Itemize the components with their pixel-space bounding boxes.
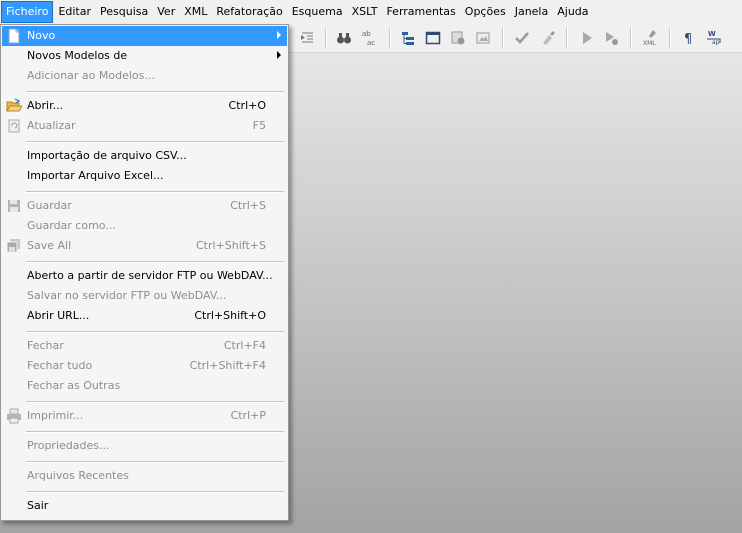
validate-icon[interactable] <box>538 28 558 48</box>
menu-item-abrir[interactable]: Abrir... Ctrl+O <box>2 96 287 116</box>
menu-ver[interactable]: Ver <box>153 1 179 23</box>
menu-item-save-all[interactable]: Save All Ctrl+Shift+S <box>2 236 287 256</box>
run-icon[interactable] <box>577 28 597 48</box>
toolbar-separator <box>669 28 671 48</box>
toolbar-separator <box>389 28 391 48</box>
new-document-icon <box>6 28 22 44</box>
menu-opcoes[interactable]: Opções <box>461 1 510 23</box>
menu-item-guardar[interactable]: Guardar Ctrl+S <box>2 196 287 216</box>
svg-text:ac: ac <box>367 39 375 47</box>
binoculars-icon[interactable] <box>334 28 354 48</box>
menu-refatoracao[interactable]: Refatoração <box>212 1 286 23</box>
toolbar-separator <box>566 28 568 48</box>
save-all-icon <box>6 238 22 254</box>
svg-text:XML: XML <box>643 40 656 47</box>
indent-icon[interactable] <box>297 28 317 48</box>
xml-transform-icon[interactable]: XML <box>641 28 661 48</box>
menu-xml[interactable]: XML <box>180 1 211 23</box>
svg-text:¶: ¶ <box>684 32 692 46</box>
menu-item-propriedades[interactable]: Propriedades... <box>2 436 287 456</box>
toolbar-separator <box>502 28 504 48</box>
menu-separator <box>26 261 284 263</box>
open-folder-icon <box>6 98 23 114</box>
submenu-arrow-icon <box>277 31 281 39</box>
menu-ficheiro[interactable]: Ficheiro <box>1 1 54 23</box>
printer-icon <box>6 408 22 424</box>
menu-item-fechar-tudo[interactable]: Fechar tudo Ctrl+Shift+F4 <box>2 356 287 376</box>
menu-separator <box>26 331 284 333</box>
tree-view-icon[interactable] <box>398 28 418 48</box>
file-menu-dropdown: Novo Novos Modelos de Adicionar ao Model… <box>0 24 289 521</box>
menu-item-novos-modelos[interactable]: Novos Modelos de <box>2 46 287 66</box>
menu-bar: Ficheiro Editar Pesquisa Ver XML Refator… <box>0 0 742 24</box>
menu-janela[interactable]: Janela <box>511 1 553 23</box>
svg-text:W: W <box>708 30 716 38</box>
menu-item-fechar[interactable]: Fechar Ctrl+F4 <box>2 336 287 356</box>
menu-item-adicionar-modelos[interactable]: Adicionar ao Modelos... <box>2 66 287 86</box>
stamp-icon[interactable] <box>448 28 468 48</box>
menu-item-guardar-como[interactable]: Guardar como... <box>2 216 287 236</box>
window-icon[interactable] <box>423 28 443 48</box>
menu-item-abrir-url[interactable]: Abrir URL... Ctrl+Shift+O <box>2 306 287 326</box>
check-icon[interactable] <box>512 28 532 48</box>
debug-icon[interactable] <box>601 28 621 48</box>
menu-item-salvar-ftp[interactable]: Salvar no servidor FTP ou WebDAV... <box>2 286 287 306</box>
find-replace-icon[interactable]: ab ac <box>360 28 380 48</box>
menu-pesquisa[interactable]: Pesquisa <box>96 1 152 23</box>
menu-editar[interactable]: Editar <box>54 1 95 23</box>
menu-item-importar-excel[interactable]: Importar Arquivo Excel... <box>2 166 287 186</box>
menu-xslt[interactable]: XSLT <box>348 1 382 23</box>
menu-item-sair[interactable]: Sair <box>2 496 287 516</box>
word-wrap-icon[interactable]: Wap <box>705 28 725 48</box>
menu-separator <box>26 191 284 193</box>
menu-separator <box>26 401 284 403</box>
menu-separator <box>26 491 284 493</box>
menu-separator <box>26 141 284 143</box>
image-icon[interactable] <box>473 28 493 48</box>
menu-item-novo[interactable]: Novo <box>2 26 287 46</box>
menu-item-fechar-outras[interactable]: Fechar as Outras <box>2 376 287 396</box>
menu-item-imprimir[interactable]: Imprimir... Ctrl+P <box>2 406 287 426</box>
menu-item-atualizar[interactable]: Atualizar F5 <box>2 116 287 136</box>
menu-separator <box>26 431 284 433</box>
svg-text:ap: ap <box>712 39 720 46</box>
svg-text:ab: ab <box>362 30 371 38</box>
toolbar-separator <box>630 28 632 48</box>
menu-esquema[interactable]: Esquema <box>288 1 347 23</box>
pilcrow-icon[interactable]: ¶ <box>679 28 699 48</box>
menu-separator <box>26 91 284 93</box>
menu-item-arquivos-recentes[interactable]: Arquivos Recentes <box>2 466 287 486</box>
menu-item-abrir-ftp[interactable]: Aberto a partir de servidor FTP ou WebDA… <box>2 266 287 286</box>
refresh-icon <box>6 118 22 134</box>
menu-separator <box>26 461 284 463</box>
submenu-arrow-icon <box>277 51 281 59</box>
toolbar-separator <box>325 28 327 48</box>
menu-item-importar-csv[interactable]: Importação de arquivo CSV... <box>2 146 287 166</box>
menu-ajuda[interactable]: Ajuda <box>553 1 592 23</box>
menu-ferramentas[interactable]: Ferramentas <box>382 1 459 23</box>
save-disk-icon <box>6 198 22 214</box>
